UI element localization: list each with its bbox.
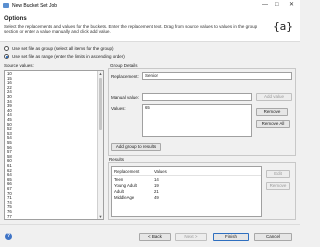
- help-icon[interactable]: ?: [5, 233, 12, 240]
- page-description: Select the replacements and values for t…: [4, 24, 258, 34]
- add-group-to-results-button[interactable]: Add group to results: [111, 143, 161, 151]
- result-value-cell: 19: [154, 183, 159, 188]
- scroll-thumb[interactable]: [99, 78, 102, 130]
- table-row[interactable]: MiddleAge 49: [112, 195, 261, 201]
- manual-value-input[interactable]: [142, 93, 252, 101]
- minimize-button[interactable]: —: [262, 2, 268, 9]
- close-button[interactable]: ✕: [289, 2, 294, 9]
- remove-all-button[interactable]: Remove All: [256, 120, 290, 128]
- back-button[interactable]: < Back: [139, 233, 171, 241]
- result-value-cell: 49: [154, 195, 159, 200]
- page-title: Options: [4, 16, 27, 22]
- cancel-button[interactable]: Cancel: [254, 233, 292, 241]
- radio-range-mode[interactable]: [4, 54, 9, 59]
- group-value-item[interactable]: 65: [145, 105, 150, 111]
- values-label: Values:: [111, 106, 126, 111]
- scroll-down-icon[interactable]: ▼: [98, 214, 103, 219]
- replacement-input[interactable]: Senior: [142, 72, 292, 80]
- result-replacement-cell: MiddleAge: [114, 195, 135, 200]
- result-replacement-cell: Adult: [114, 189, 124, 194]
- scroll-up-icon[interactable]: ▲: [98, 71, 103, 76]
- result-value-cell: 21: [154, 189, 159, 194]
- next-button[interactable]: Next >: [175, 233, 207, 241]
- edit-result-button[interactable]: Edit: [266, 170, 290, 178]
- results-header-divider: [112, 175, 261, 176]
- app-icon: [3, 3, 9, 8]
- manual-value-label: Manual value:: [111, 95, 140, 100]
- radio-group-mode[interactable]: [4, 46, 9, 51]
- results-table[interactable]: Replacement Values Teen 14 Young Adult 19 Ad…: [111, 166, 262, 217]
- remove-value-button[interactable]: Remove: [256, 108, 288, 116]
- results-column-values[interactable]: Values: [154, 169, 167, 174]
- result-replacement-cell: Teen: [114, 177, 124, 182]
- footer-divider: [0, 224, 300, 225]
- remove-result-button[interactable]: Remove: [266, 182, 290, 190]
- source-values-list[interactable]: 10 15 16 22 24 30 34 39 40 44 45 50 52 53 54 55 56 57 58 60…: [4, 70, 104, 220]
- window-title: New Bucket Set Job: [12, 3, 58, 9]
- add-value-button[interactable]: Add value: [256, 93, 292, 101]
- logo-icon: {a}: [273, 20, 293, 33]
- result-value-cell: 14: [154, 177, 159, 182]
- maximize-button[interactable]: □: [275, 2, 279, 9]
- radio-label-group-mode: Use set file as group (select all items …: [12, 46, 114, 51]
- replacement-label: Replacement:: [111, 74, 139, 79]
- source-scrollbar[interactable]: ▲ ▼: [97, 71, 103, 219]
- group-values-list[interactable]: 65: [142, 104, 252, 137]
- source-values-label: Source values:: [4, 63, 34, 68]
- finish-button[interactable]: Finish: [213, 233, 249, 241]
- results-column-replacement[interactable]: Replacement: [114, 169, 139, 174]
- result-replacement-cell: Young Adult: [114, 183, 137, 188]
- dialog-window: New Bucket Set Job — □ ✕ Options Select …: [0, 0, 300, 247]
- source-value-item[interactable]: 77: [7, 214, 12, 219]
- radio-label-range-mode: Use set file as range (enter the limits …: [12, 54, 125, 59]
